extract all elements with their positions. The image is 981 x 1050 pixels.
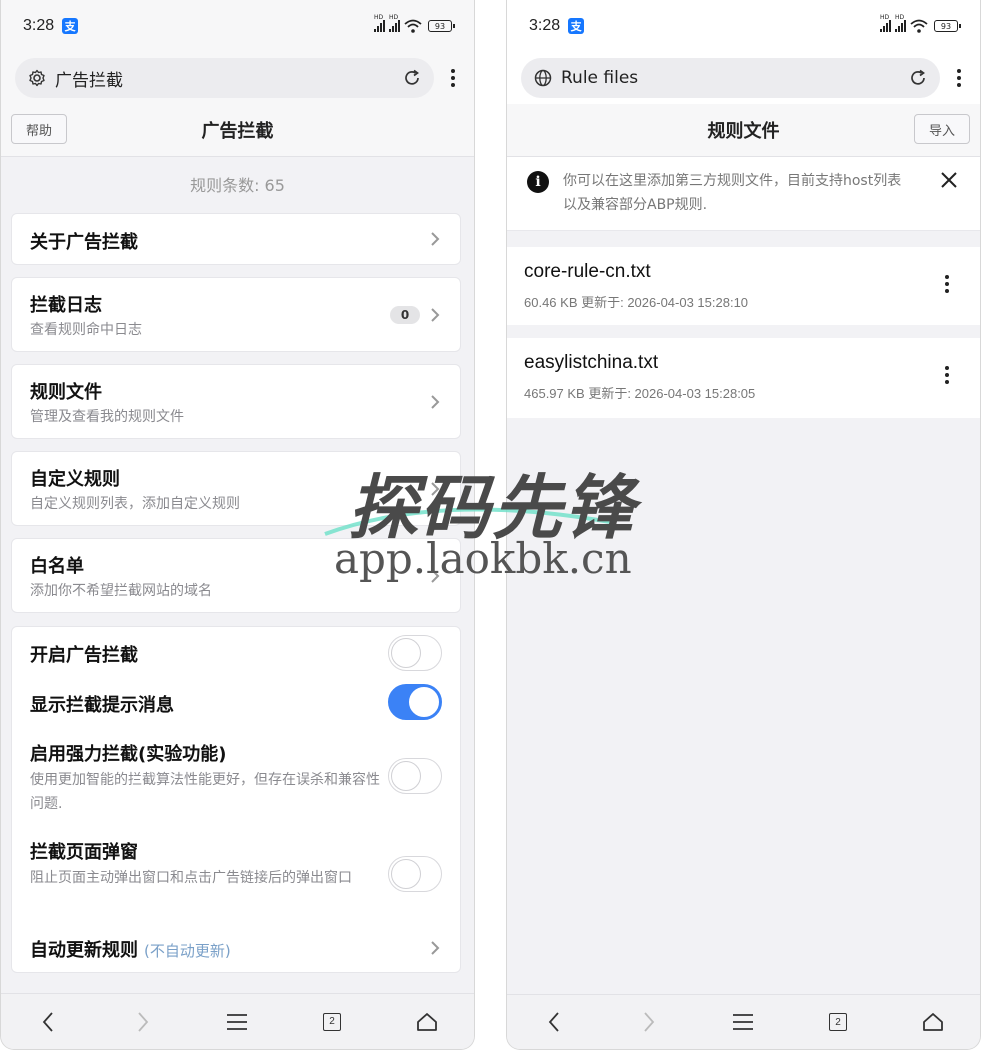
setting-sublabel: 使用更加智能的拦截算法性能更好，但存在误杀和兼容性问题.: [30, 772, 380, 812]
alipay-icon: 支: [62, 18, 79, 34]
page-header: 规则文件 导入: [507, 104, 980, 157]
status-bar: 3:28 支 HD HD 93: [507, 0, 980, 52]
tabs-button[interactable]: 2: [818, 1002, 858, 1042]
chevron-right-icon: [431, 941, 440, 955]
setting-strong-block: 启用强力拦截(实验功能) 使用更加智能的拦截算法性能更好，但存在误杀和兼容性问题…: [12, 740, 392, 816]
settings-card: 开启广告拦截 显示拦截提示消息 启用强力拦截(实验功能) 使用更加智能的拦截算法…: [11, 626, 461, 973]
show-tips-toggle[interactable]: [388, 684, 442, 720]
setting-label: 拦截页面弹窗: [30, 842, 138, 863]
address-bar[interactable]: 广告拦截: [15, 58, 434, 98]
info-notice: i 你可以在这里添加第三方规则文件，目前支持host列表以及兼容部分ABP规则.: [507, 157, 980, 231]
status-bar: 3:28 支 HD HD 93: [1, 0, 474, 52]
tabs-icon: 2: [829, 1013, 848, 1031]
gear-icon: [27, 68, 47, 88]
status-time: 3:28: [529, 17, 561, 34]
rule-file-item[interactable]: core-rule-cn.txt 60.46 KB 更新于: 2026-04-0…: [507, 247, 980, 325]
screenshot-root: 3:28 支 HD HD 93 广告拦截 帮助 广告拦截 规则条数: 65 关于…: [0, 0, 981, 1050]
signal-icon: HD: [389, 14, 400, 32]
file-more-icon[interactable]: [940, 275, 954, 293]
file-more-icon[interactable]: [940, 366, 954, 384]
setting-block-popups: 拦截页面弹窗 阻止页面主动弹出窗口和点击广告链接后的弹出窗口: [12, 838, 392, 890]
menu-item-log[interactable]: 拦截日志 查看规则命中日志 0: [11, 277, 461, 352]
file-name: easylistchina.txt: [524, 352, 659, 373]
tabs-icon: 2: [323, 1012, 342, 1031]
rule-count: 规则条数: 65: [190, 176, 285, 195]
menu-item-about[interactable]: 关于广告拦截: [11, 213, 461, 265]
import-button[interactable]: 导入: [913, 114, 970, 144]
bottom-nav: 2: [507, 994, 980, 1049]
signal-icon: HD: [374, 14, 385, 32]
info-icon: i: [527, 171, 549, 193]
block-popups-toggle[interactable]: [388, 856, 442, 892]
battery-icon: 93: [428, 20, 455, 32]
bottom-nav: 2: [1, 993, 474, 1049]
address-text: 广告拦截: [55, 70, 123, 91]
setting-label: 启用强力拦截(实验功能): [30, 744, 227, 765]
left-phone: 3:28 支 HD HD 93 广告拦截 帮助 广告拦截 规则条数: 65 关于…: [0, 0, 475, 1050]
address-text: Rule files: [561, 68, 639, 88]
more-menu-icon[interactable]: [446, 69, 460, 87]
address-bar-row: Rule files: [507, 52, 980, 104]
status-icons: HD HD 93: [880, 14, 961, 33]
chevron-right-icon: [431, 395, 440, 409]
strong-block-toggle[interactable]: [388, 758, 442, 794]
file-name: core-rule-cn.txt: [524, 261, 651, 282]
menu-item-rule-files[interactable]: 规则文件 管理及查看我的规则文件: [11, 364, 461, 439]
menu-icon[interactable]: [217, 1002, 257, 1042]
right-phone: 3:28 支 HD HD 93 Rule files 规则文件 导入 i 你可以…: [506, 0, 981, 1050]
page-title: 规则文件: [707, 121, 780, 142]
signal-icon: HD: [880, 14, 891, 32]
setting-auto-update[interactable]: 自动更新规则 (不自动更新): [12, 936, 460, 962]
status-icons: HD HD 93: [374, 14, 455, 33]
file-meta: 465.97 KB 更新于: 2026-04-03 15:28:05: [524, 386, 756, 401]
back-icon[interactable]: [28, 1002, 68, 1042]
menu-item-whitelist[interactable]: 白名单 添加你不希望拦截网站的域名: [11, 538, 461, 613]
signal-icon: HD: [895, 14, 906, 32]
chevron-right-icon: [431, 308, 440, 322]
menu-item-sublabel: 管理及查看我的规则文件: [30, 409, 184, 425]
status-time: 3:28: [23, 17, 55, 34]
menu-item-label: 自定义规则: [30, 469, 120, 490]
wifi-icon: [910, 19, 928, 33]
auto-update-value: (不自动更新): [144, 942, 231, 960]
forward-icon[interactable]: [629, 1002, 669, 1042]
wifi-icon: [404, 19, 422, 33]
menu-item-label: 关于广告拦截: [30, 232, 138, 253]
help-button[interactable]: 帮助: [11, 114, 68, 144]
page-title: 广告拦截: [201, 121, 274, 142]
file-meta: 60.46 KB 更新于: 2026-04-03 15:28:10: [524, 295, 749, 310]
menu-item-label: 白名单: [30, 556, 84, 577]
tabs-button[interactable]: 2: [312, 1002, 352, 1042]
enable-adblock-toggle[interactable]: [388, 635, 442, 671]
alipay-icon: 支: [568, 18, 585, 34]
home-icon[interactable]: [407, 1002, 447, 1042]
reload-icon[interactable]: [908, 68, 928, 88]
back-icon[interactable]: [534, 1002, 574, 1042]
menu-item-sublabel: 添加你不希望拦截网站的域名: [30, 583, 212, 599]
chevron-right-icon: [431, 569, 440, 583]
battery-icon: 93: [934, 20, 961, 32]
menu-item-label: 规则文件: [30, 382, 102, 403]
menu-item-sublabel: 自定义规则列表，添加自定义规则: [30, 496, 240, 512]
close-icon[interactable]: [938, 169, 960, 191]
forward-icon[interactable]: [123, 1002, 163, 1042]
setting-label: 自动更新规则: [30, 940, 138, 961]
page-header: 帮助 广告拦截: [1, 104, 474, 157]
notice-text: 你可以在这里添加第三方规则文件，目前支持host列表以及兼容部分ABP规则.: [563, 173, 902, 213]
chevron-right-icon: [431, 482, 440, 496]
address-bar-row: 广告拦截: [1, 52, 474, 104]
log-count-badge: 0: [390, 306, 420, 324]
setting-sublabel: 阻止页面主动弹出窗口和点击广告链接后的弹出窗口: [30, 870, 352, 886]
chevron-right-icon: [431, 232, 440, 246]
reload-icon[interactable]: [402, 68, 422, 88]
rule-file-item[interactable]: easylistchina.txt 465.97 KB 更新于: 2026-04…: [507, 338, 980, 418]
globe-icon: [533, 68, 553, 88]
menu-item-custom-rules[interactable]: 自定义规则 自定义规则列表，添加自定义规则: [11, 451, 461, 526]
menu-icon[interactable]: [723, 1002, 763, 1042]
more-menu-icon[interactable]: [952, 69, 966, 87]
address-bar[interactable]: Rule files: [521, 58, 940, 98]
home-icon[interactable]: [913, 1002, 953, 1042]
